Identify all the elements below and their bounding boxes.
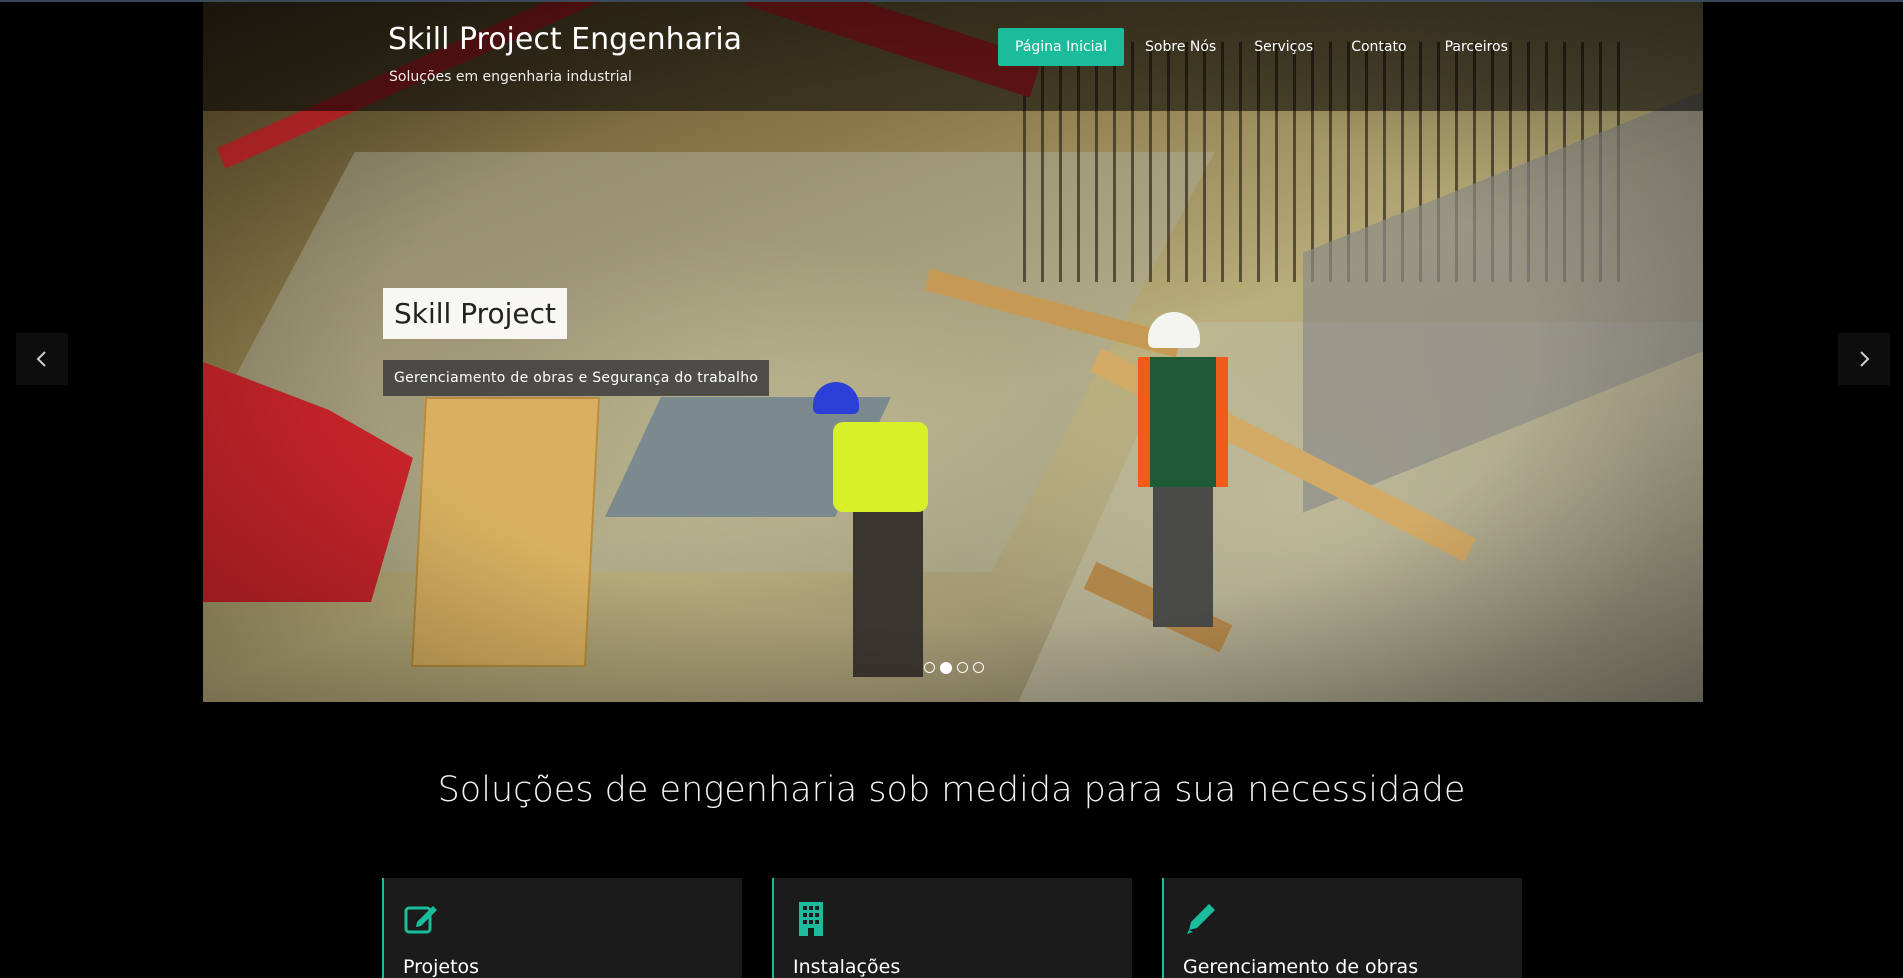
pencil-icon (1187, 904, 1215, 934)
slider-dot[interactable] (973, 662, 984, 673)
slider-prev-button[interactable] (16, 333, 68, 385)
main-nav: Página Inicial Sobre Nós Serviços Contat… (998, 28, 1525, 66)
service-card-instalacoes[interactable]: Instalações (772, 878, 1132, 978)
nav-item-contato[interactable]: Contato (1334, 28, 1423, 66)
card-title: Projetos (403, 956, 480, 978)
slider-dot-active[interactable] (940, 662, 952, 674)
slider-dot[interactable] (957, 662, 968, 673)
chevron-left-icon (36, 351, 46, 367)
site-header: Skill Project Engenharia Soluções em eng… (203, 2, 1703, 111)
nav-item-parceiros[interactable]: Parceiros (1428, 28, 1525, 66)
service-card-projetos[interactable]: Projetos (382, 878, 742, 978)
card-title: Gerenciamento de obras (1183, 956, 1419, 978)
service-card-gerenciamento[interactable]: Gerenciamento de obras (1162, 878, 1522, 978)
building-icon (799, 902, 823, 936)
site-title[interactable]: Skill Project Engenharia (388, 22, 742, 57)
nav-item-pagina-inicial[interactable]: Página Inicial (998, 28, 1125, 66)
slider-next-button[interactable] (1838, 333, 1890, 385)
card-title: Instalações (793, 956, 901, 978)
slider-dot[interactable] (924, 662, 935, 673)
slider-pagination (924, 662, 984, 674)
section-heading: Soluções de engenharia sob medida para s… (437, 770, 1466, 810)
nav-item-servicos[interactable]: Serviços (1237, 28, 1330, 66)
services-cards: Projetos Instalações Gerenciamento de ob… (382, 878, 1522, 978)
chevron-right-icon (1860, 351, 1870, 367)
site-tagline: Soluções em engenharia industrial (389, 69, 632, 85)
nav-item-sobre-nos[interactable]: Sobre Nós (1128, 28, 1233, 66)
slide-caption-title: Skill Project (383, 288, 568, 339)
edit-icon (404, 906, 437, 934)
slide-caption-subtitle: Gerenciamento de obras e Segurança do tr… (383, 360, 770, 396)
